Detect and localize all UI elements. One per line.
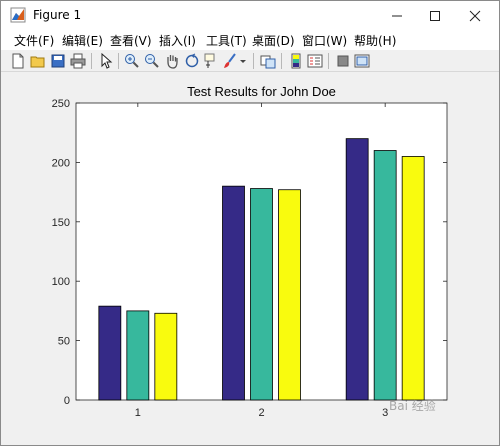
title-bar[interactable]: Figure 1	[1, 1, 499, 30]
hide-plot-tools-icon[interactable]	[335, 53, 351, 69]
open-file-icon[interactable]	[30, 53, 46, 69]
toolbar-separator	[328, 53, 329, 69]
minimize-icon	[392, 15, 402, 16]
bar-series-1-cat-2	[222, 185, 245, 401]
zoom-out-icon[interactable]	[144, 53, 160, 69]
bar-series-1-cat-1	[98, 305, 122, 401]
bar-chart: Test Results for John Doe 0 50 100 150 200 250…	[52, 84, 448, 419]
figure-toolbar	[1, 50, 499, 72]
new-figure-icon[interactable]	[10, 53, 26, 69]
watermark-text: Bai 经验	[389, 399, 436, 413]
menu-help[interactable]: 帮助(H)	[354, 32, 396, 49]
menu-desktop[interactable]: 桌面(D)	[252, 32, 295, 49]
toolbar-separator	[91, 53, 92, 69]
close-button[interactable]	[455, 1, 495, 30]
figure-window: Figure 1 文件(F) 编辑(E) 查看(V) 插入(I) 工具(T) 桌…	[0, 0, 500, 446]
toolbar-separator	[253, 53, 254, 69]
figure-canvas[interactable]: Test Results for John Doe 0 50 100 150 200 250…	[9, 73, 491, 439]
y-tick-label: 0	[64, 395, 70, 407]
y-tick-label: 100	[52, 276, 70, 288]
save-icon[interactable]	[50, 53, 66, 69]
menu-window[interactable]: 窗口(W)	[302, 32, 347, 49]
bar-series-3-cat-3	[401, 156, 425, 401]
y-tick-label: 250	[52, 98, 70, 110]
bar-series-2-cat-2	[250, 188, 273, 401]
print-icon[interactable]	[70, 53, 86, 69]
rotate-3d-icon[interactable]	[184, 53, 200, 69]
bar-series-2-cat-3	[373, 150, 397, 401]
toolbar-separator	[118, 53, 119, 69]
legend-icon[interactable]	[307, 53, 323, 69]
menu-bar: 文件(F) 编辑(E) 查看(V) 插入(I) 工具(T) 桌面(D) 窗口(W…	[1, 30, 499, 50]
y-tick-label: 50	[58, 336, 70, 348]
data-cursor-icon[interactable]	[204, 53, 220, 69]
window-title: Figure 1	[33, 8, 82, 22]
close-icon	[469, 10, 481, 21]
select-arrow-icon[interactable]	[98, 53, 114, 69]
bar-series-1-cat-3	[345, 138, 369, 401]
y-tick-label: 150	[52, 217, 70, 229]
show-plot-tools-icon[interactable]	[354, 53, 370, 69]
chart-title: Test Results for John Doe	[187, 84, 336, 99]
menu-file[interactable]: 文件(F)	[14, 32, 54, 49]
bar-series-3-cat-2	[278, 189, 301, 401]
link-plot-icon[interactable]	[260, 53, 276, 69]
menu-tools[interactable]: 工具(T)	[206, 32, 247, 49]
zoom-in-icon[interactable]	[124, 53, 140, 69]
menu-insert[interactable]: 插入(I)	[159, 32, 196, 49]
maximize-icon	[430, 10, 440, 21]
pan-hand-icon[interactable]	[164, 53, 180, 69]
minimize-button[interactable]	[377, 1, 417, 30]
x-tick-label: 3	[382, 407, 388, 419]
toolbar-separator	[281, 53, 282, 69]
bar-series-3-cat-1	[154, 312, 178, 401]
x-tick-label: 2	[258, 407, 264, 419]
chevron-down-icon[interactable]	[239, 53, 247, 69]
x-tick-label: 1	[135, 407, 141, 419]
colorbar-icon[interactable]	[288, 53, 304, 69]
bar-series-2-cat-1	[126, 310, 150, 401]
y-tick-label: 200	[52, 157, 70, 169]
menu-edit[interactable]: 编辑(E)	[62, 32, 103, 49]
maximize-button[interactable]	[415, 1, 455, 30]
brush-icon[interactable]	[222, 53, 238, 69]
menu-view[interactable]: 查看(V)	[110, 32, 152, 49]
matlab-icon	[10, 7, 26, 23]
